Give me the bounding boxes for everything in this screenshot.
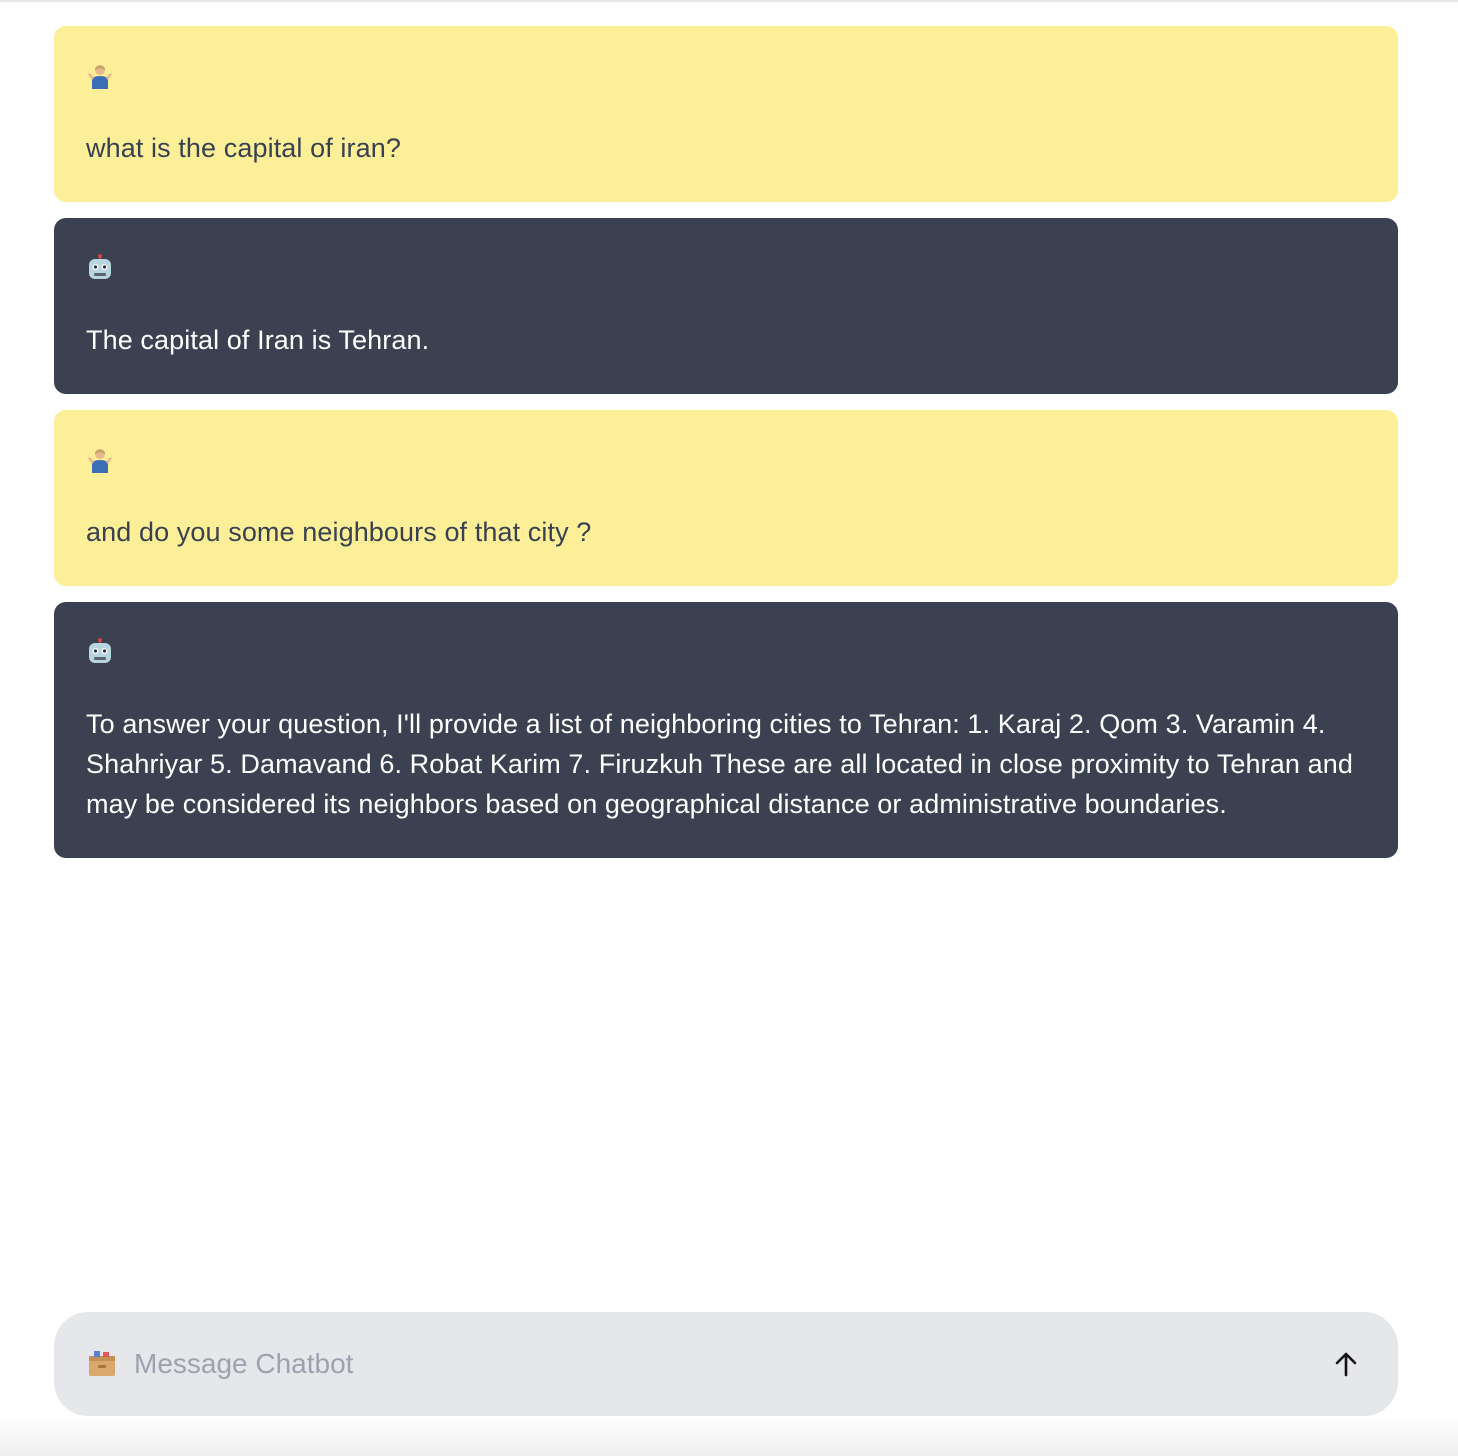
- message-text: and do you some neighbours of that city …: [86, 517, 592, 547]
- message-text: To answer your question, I'll provide a …: [86, 709, 1353, 819]
- arrow-up-icon: [1335, 1352, 1357, 1377]
- bot-message: The capital of Iran is Tehran.: [54, 218, 1398, 394]
- message-text: what is the capital of iran?: [86, 133, 401, 163]
- user-message: and do you some neighbours of that city …: [54, 410, 1398, 586]
- message-text: The capital of Iran is Tehran.: [86, 325, 430, 355]
- bottom-edge-shade: [0, 1416, 1458, 1456]
- message-composer: [54, 1312, 1398, 1416]
- message-input[interactable]: [134, 1334, 1326, 1394]
- user-message: what is the capital of iran?: [54, 26, 1398, 202]
- send-button[interactable]: [1326, 1344, 1366, 1384]
- robot-icon: [89, 638, 111, 663]
- message-list: what is the capital of iran? The capital…: [54, 26, 1398, 874]
- bot-message: To answer your question, I'll provide a …: [54, 602, 1398, 858]
- card-file-box-icon[interactable]: [86, 1348, 118, 1380]
- chat-page: what is the capital of iran? The capital…: [0, 0, 1458, 1456]
- shrugging-person-icon: [88, 65, 112, 89]
- robot-icon: [89, 254, 111, 279]
- shrugging-person-icon: [88, 449, 112, 473]
